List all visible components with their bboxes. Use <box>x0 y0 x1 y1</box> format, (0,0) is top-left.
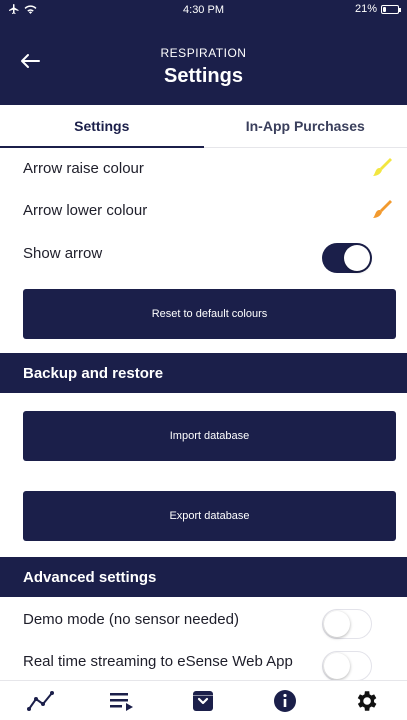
demo-mode-label: Demo mode (no sensor needed) <box>23 610 239 628</box>
playlist-icon <box>110 692 134 711</box>
import-database-button[interactable]: Import database <box>23 411 396 461</box>
status-left-icons <box>8 3 37 18</box>
section-advanced-settings: Advanced settings <box>0 557 407 597</box>
streaming-row: Real time streaming to eSense Web App <box>0 641 407 681</box>
section-backup-restore: Backup and restore <box>0 353 407 393</box>
status-right: 21% <box>354 3 401 15</box>
reset-colours-button[interactable]: Reset to default colours <box>23 289 396 339</box>
page-title: Settings <box>164 65 243 87</box>
nav-settings[interactable] <box>346 683 386 719</box>
graph-icon <box>26 690 54 711</box>
demo-mode-toggle[interactable] <box>322 609 372 639</box>
info-icon <box>273 689 296 712</box>
tab-in-app-purchases[interactable]: In-App Purchases <box>204 105 407 147</box>
toggle-knob <box>324 653 350 679</box>
nav-info[interactable] <box>265 683 305 719</box>
tab-bar: Settings In-App Purchases <box>0 105 407 148</box>
wifi-icon <box>24 4 37 18</box>
settings-icon <box>358 690 377 711</box>
header-subtitle: RESPIRATION <box>160 46 247 60</box>
paintbrush-icon[interactable] <box>369 197 395 223</box>
streaming-toggle[interactable] <box>322 651 372 681</box>
nav-playlist[interactable] <box>102 683 142 719</box>
nav-archive[interactable] <box>183 683 223 719</box>
battery-icon <box>381 4 401 14</box>
airplane-icon <box>8 3 20 18</box>
battery-percent: 21% <box>354 3 377 15</box>
nav-graph[interactable] <box>21 683 61 719</box>
tab-settings[interactable]: Settings <box>0 105 204 148</box>
status-bar: 4:30 PM 21% <box>0 0 407 20</box>
paintbrush-icon[interactable] <box>369 155 395 181</box>
show-arrow-toggle[interactable] <box>322 243 372 273</box>
show-arrow-label: Show arrow <box>23 244 103 262</box>
arrow-lower-colour-row[interactable]: Arrow lower colour <box>0 190 407 230</box>
bottom-navigation <box>0 680 407 720</box>
status-time: 4:30 PM <box>183 4 224 16</box>
arrow-raise-colour-label: Arrow raise colour <box>23 159 144 177</box>
toggle-knob <box>324 611 350 637</box>
archive-icon <box>193 690 214 711</box>
header: RESPIRATION Settings <box>0 20 407 105</box>
arrow-raise-colour-row[interactable]: Arrow raise colour <box>0 148 407 188</box>
show-arrow-row: Show arrow <box>0 233 407 273</box>
streaming-label: Real time streaming to eSense Web App <box>23 652 293 670</box>
toggle-knob <box>344 245 370 271</box>
demo-mode-row: Demo mode (no sensor needed) <box>0 599 407 639</box>
arrow-lower-colour-label: Arrow lower colour <box>23 201 148 219</box>
export-database-button[interactable]: Export database <box>23 491 396 541</box>
